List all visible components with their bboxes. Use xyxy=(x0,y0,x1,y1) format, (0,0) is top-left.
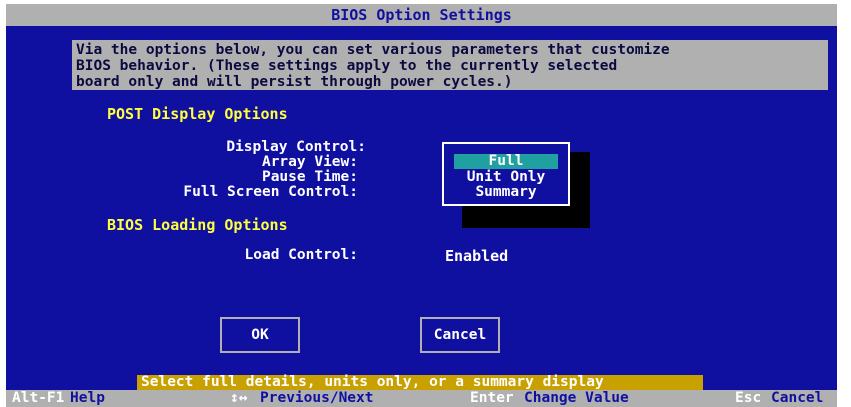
ok-button[interactable]: OK xyxy=(220,317,300,353)
post-display-heading: POST Display Options xyxy=(107,105,288,123)
hint-text: Select full details, units only, or a su… xyxy=(137,375,703,390)
option-unit-only[interactable]: Unit Only xyxy=(454,170,558,185)
option-full[interactable]: Full xyxy=(454,154,558,169)
bios-screen: BIOS Option Settings Via the options bel… xyxy=(6,4,837,407)
bios-loading-heading: BIOS Loading Options xyxy=(107,216,288,234)
pause-time-label: Pause Time: xyxy=(261,169,358,185)
enter-key: Enter xyxy=(470,390,514,406)
help-desc: Help xyxy=(70,390,105,406)
full-screen-control-label: Full Screen Control: xyxy=(183,184,358,200)
option-summary[interactable]: Summary xyxy=(454,185,558,200)
help-key: Alt-F1 xyxy=(12,390,65,406)
load-control-value[interactable]: Enabled xyxy=(445,247,508,265)
enter-desc: Change Value xyxy=(524,390,629,406)
nav-desc: Previous/Next xyxy=(260,390,374,406)
esc-key: Esc xyxy=(735,390,762,406)
intro-text: Via the options below, you can set vario… xyxy=(72,40,828,90)
array-view-label: Array View: xyxy=(261,154,358,170)
cancel-button[interactable]: Cancel xyxy=(420,317,500,353)
updown-arrows-icon: ↕↔ xyxy=(230,390,248,406)
array-view-dropdown[interactable]: Full Unit Only Summary xyxy=(442,142,570,206)
display-control-label: Display Control: xyxy=(226,139,366,155)
load-control-label: Load Control: xyxy=(244,247,359,263)
window-title: BIOS Option Settings xyxy=(6,4,837,26)
status-bar: Alt-F1 Help ↕↔ Previous/Next Enter Chang… xyxy=(6,390,837,407)
esc-desc: Cancel xyxy=(771,390,824,406)
